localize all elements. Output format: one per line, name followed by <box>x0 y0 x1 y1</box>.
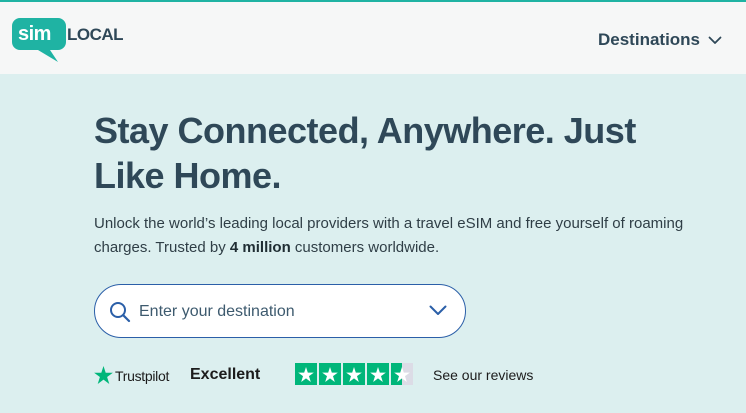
destination-search-input[interactable] <box>137 300 411 324</box>
logo-text-local: LOCAL <box>67 25 124 44</box>
customer-count: 4 million <box>229 239 291 256</box>
hero-section: Stay Connected, Anywhere. Just Like Home… <box>0 74 746 413</box>
rating-star <box>295 363 317 385</box>
description-text-end: customers worldwide. <box>290 239 440 256</box>
trustpilot-rating-text: Excellent <box>190 366 261 383</box>
hero-description: Unlock the world’s leading local provide… <box>94 212 734 260</box>
logo-text-sim: sim <box>18 23 51 45</box>
rating-star <box>367 363 389 385</box>
site-header: sim LOCAL Destinations <box>0 2 746 74</box>
rating-star <box>343 363 365 385</box>
star-icon <box>94 366 113 384</box>
see-reviews-link[interactable]: See our reviews <box>433 367 533 383</box>
destinations-label: Destinations <box>598 30 701 49</box>
search-icon <box>110 302 131 323</box>
trustpilot-widget: Trustpilot Excellent See our reviews <box>94 363 554 389</box>
hero-headline: Stay Connected, Anywhere. Just Like Home… <box>94 110 636 196</box>
sim-local-logo[interactable]: sim LOCAL <box>12 16 132 64</box>
trustpilot-brand: Trustpilot <box>115 368 170 384</box>
chevron-down-icon <box>708 36 722 44</box>
chevron-down-icon[interactable] <box>429 305 447 316</box>
destinations-menu[interactable]: Destinations <box>598 28 722 52</box>
destination-search[interactable] <box>94 284 466 338</box>
rating-star <box>391 363 413 385</box>
trustpilot-stars <box>295 363 413 385</box>
rating-star <box>319 363 341 385</box>
